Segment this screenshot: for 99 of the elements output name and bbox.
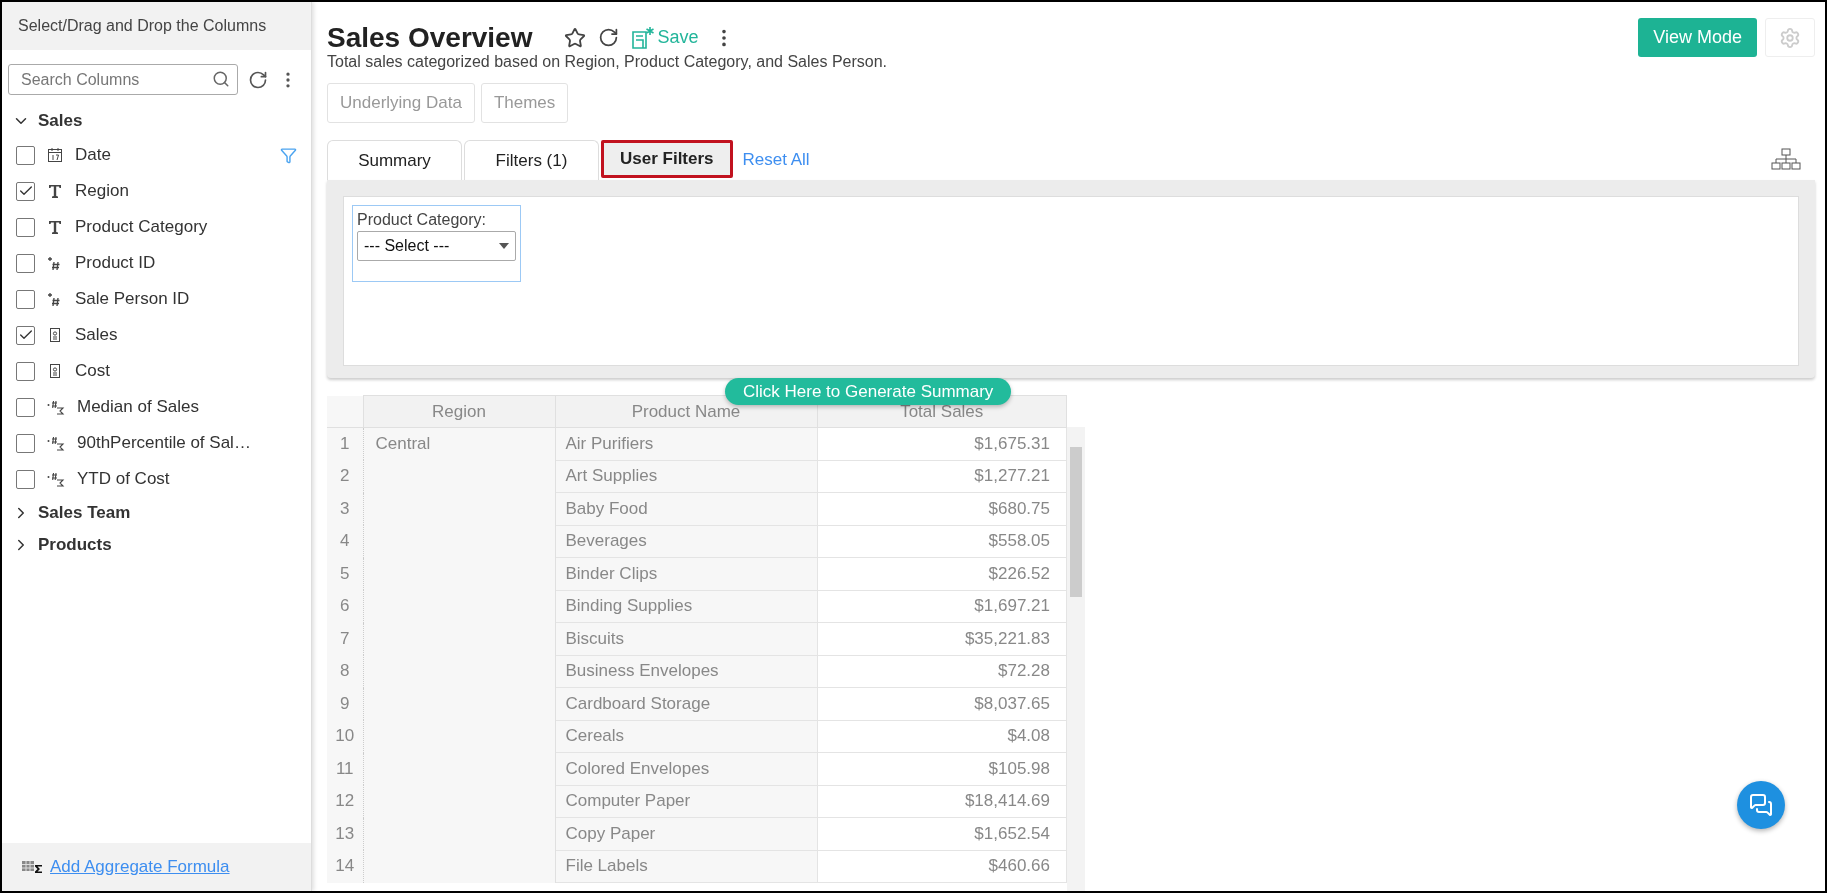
table-sigma-icon bbox=[22, 860, 44, 874]
column-label[interactable]: YTD of Cost bbox=[77, 469, 297, 489]
row-number: 7 bbox=[327, 622, 363, 655]
checkbox[interactable] bbox=[16, 253, 35, 273]
refresh-icon[interactable] bbox=[598, 27, 620, 48]
column-label[interactable]: Date bbox=[75, 145, 280, 165]
save-icon bbox=[631, 25, 656, 50]
group-label[interactable]: Sales Team bbox=[38, 503, 131, 523]
table-cell: Biscuits bbox=[555, 622, 817, 655]
number-type-icon bbox=[47, 291, 63, 307]
group-label[interactable]: Sales bbox=[38, 111, 83, 131]
column-label[interactable]: 90thPercentile of Sal… bbox=[77, 433, 297, 453]
table-cell: Central bbox=[363, 427, 555, 883]
select-dropdown[interactable]: --- Select --- bbox=[357, 231, 516, 261]
sidebar-title: Select/Drag and Drop the Columns bbox=[2, 2, 311, 50]
table-cell: $680.75 bbox=[817, 492, 1067, 525]
column-label[interactable]: Product ID bbox=[75, 253, 297, 273]
column-label[interactable]: Cost bbox=[75, 361, 297, 381]
tab[interactable]: Filters (1) bbox=[464, 140, 599, 180]
tab[interactable]: User Filters bbox=[601, 140, 733, 178]
star-icon[interactable] bbox=[564, 26, 587, 49]
refresh-icon[interactable] bbox=[248, 69, 268, 90]
table-cell: $8,037.65 bbox=[817, 687, 1067, 720]
row-number: 4 bbox=[327, 525, 363, 558]
table-cell: $1,277.21 bbox=[817, 460, 1067, 493]
aggregate-icon bbox=[47, 435, 65, 451]
row-number: 9 bbox=[327, 687, 363, 720]
group-label[interactable]: Products bbox=[38, 535, 112, 555]
table-cell: Art Supplies bbox=[555, 460, 817, 493]
filter-icon[interactable] bbox=[280, 146, 297, 164]
row-number: 2 bbox=[327, 460, 363, 493]
table-cell: File Labels bbox=[555, 850, 817, 883]
table-cell: Computer Paper bbox=[555, 785, 817, 818]
checkbox[interactable] bbox=[16, 289, 35, 309]
table-cell: $460.66 bbox=[817, 850, 1067, 883]
row-number: 11 bbox=[327, 752, 363, 785]
row-number: 13 bbox=[327, 817, 363, 850]
checkbox[interactable] bbox=[16, 325, 35, 345]
report-title: Sales Overview bbox=[327, 21, 533, 54]
table-cell: Cardboard Storage bbox=[555, 687, 817, 720]
report-description: Total sales categorized based on Region, Product Category, and Sales Person. bbox=[327, 53, 889, 71]
table-cell: $35,221.83 bbox=[817, 622, 1067, 655]
checkbox[interactable] bbox=[16, 181, 35, 201]
aggregate-icon bbox=[47, 471, 65, 487]
search-field[interactable]: Search Columns bbox=[8, 64, 238, 95]
table-cell: Binder Clips bbox=[555, 557, 817, 590]
row-number: 8 bbox=[327, 655, 363, 688]
table-cell: Binding Supplies bbox=[555, 590, 817, 623]
column-label[interactable]: Sale Person ID bbox=[75, 289, 297, 309]
row-number: 12 bbox=[327, 785, 363, 818]
chat-icon bbox=[1749, 793, 1773, 817]
row-number: 5 bbox=[327, 557, 363, 590]
filter-label: Product Category: bbox=[357, 211, 487, 229]
checkbox[interactable] bbox=[16, 397, 35, 417]
table-cell: Colored Envelopes bbox=[555, 752, 817, 785]
table-cell: Beverages bbox=[555, 525, 817, 558]
settings-icon bbox=[1779, 26, 1801, 49]
aggregate-icon bbox=[47, 399, 65, 415]
calendar-icon bbox=[47, 147, 63, 163]
column-label[interactable]: Sales bbox=[75, 325, 297, 345]
banknote-icon bbox=[47, 327, 63, 343]
table-cell: Air Purifiers bbox=[555, 427, 817, 460]
checkbox[interactable] bbox=[16, 469, 35, 489]
checkbox[interactable] bbox=[16, 433, 35, 453]
number-type-icon bbox=[47, 255, 63, 271]
table-cell: Baby Food bbox=[555, 492, 817, 525]
table-cell: Business Envelopes bbox=[555, 655, 817, 688]
column-label[interactable]: Product Category bbox=[75, 217, 297, 237]
table-cell: $72.28 bbox=[817, 655, 1067, 688]
checkbox[interactable] bbox=[16, 217, 35, 237]
table-cell: $18,414.69 bbox=[817, 785, 1067, 818]
row-number: 14 bbox=[327, 850, 363, 883]
caret-icon bbox=[499, 243, 509, 249]
checkbox[interactable] bbox=[16, 145, 35, 165]
table-cell: Cereals bbox=[555, 720, 817, 753]
table-cell: $226.52 bbox=[817, 557, 1067, 590]
table-cell: Copy Paper bbox=[555, 817, 817, 850]
tab[interactable]: Summary bbox=[327, 140, 462, 180]
table-cell: $105.98 bbox=[817, 752, 1067, 785]
row-number: 6 bbox=[327, 590, 363, 623]
text-type-icon bbox=[47, 219, 63, 235]
table-cell: $4.08 bbox=[817, 720, 1067, 753]
table-cell: $1,675.31 bbox=[817, 427, 1067, 460]
row-number: 3 bbox=[327, 492, 363, 525]
column-header: Region bbox=[363, 395, 555, 428]
chat-button[interactable] bbox=[1737, 781, 1785, 829]
row-number: 10 bbox=[327, 720, 363, 753]
table-cell: $558.05 bbox=[817, 525, 1067, 558]
hierarchy-icon[interactable] bbox=[1771, 148, 1801, 170]
row-number: 1 bbox=[327, 427, 363, 460]
text-type-icon bbox=[47, 183, 63, 199]
scrollbar[interactable] bbox=[1067, 427, 1085, 891]
search-icon bbox=[212, 70, 230, 88]
column-label[interactable]: Region bbox=[75, 181, 297, 201]
table-cell: $1,652.54 bbox=[817, 817, 1067, 850]
checkbox[interactable] bbox=[16, 361, 35, 381]
column-label[interactable]: Median of Sales bbox=[77, 397, 297, 417]
table-cell: $1,697.21 bbox=[817, 590, 1067, 623]
banknote-icon bbox=[47, 363, 63, 379]
